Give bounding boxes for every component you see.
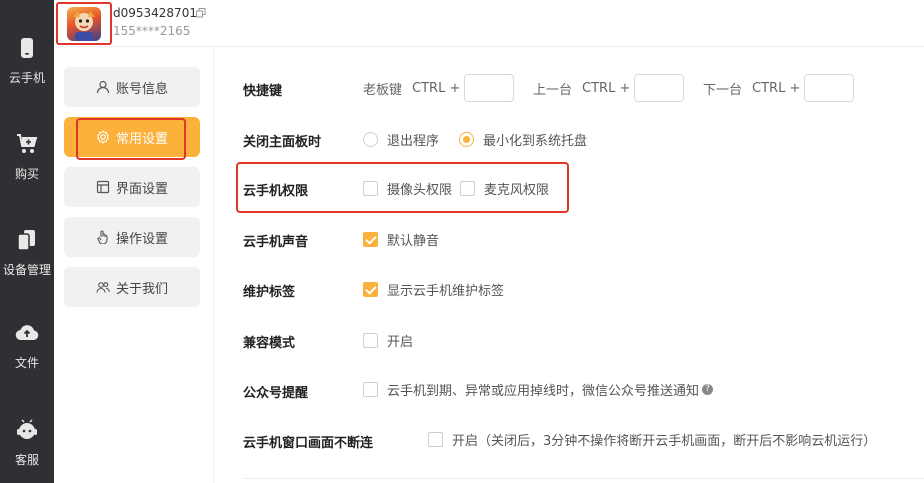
close-panel-label: 关闭主面板时 — [243, 135, 322, 150]
hotkey-name: 上一台 — [533, 82, 573, 98]
hotkey-boss-input[interactable] — [464, 74, 515, 102]
nav-label: 账号信息 — [115, 81, 168, 97]
permissions-label: 云手机权限 — [243, 184, 309, 199]
checkbox-compat-mode[interactable]: 开启 — [363, 331, 413, 350]
hotkey-previous: 上一台 CTRL + — [533, 74, 685, 102]
hotkey-next-input[interactable] — [804, 74, 855, 102]
checkbox-label: 开启 — [387, 335, 414, 350]
checkbox-label: 默认静音 — [387, 234, 440, 249]
user-phone: 155****2165 — [113, 24, 191, 38]
avatar-image — [73, 11, 95, 41]
radio-button[interactable] — [459, 132, 474, 147]
rail-label: 云手机 — [8, 71, 45, 85]
checkbox[interactable] — [363, 382, 378, 397]
wechat-label: 公众号提醒 — [243, 386, 309, 401]
checkbox-label: 摄像头权限 — [387, 183, 453, 198]
support-icon — [17, 419, 37, 439]
rail-item-cloud-phone[interactable]: 云手机 — [0, 36, 54, 86]
radio-exit-program[interactable]: 退出程序 — [363, 130, 439, 149]
hand-icon — [97, 230, 108, 244]
checkbox-wechat-notice[interactable]: 云手机到期、异常或应用掉线时，微信公众号推送通知 ? — [363, 380, 714, 399]
user-header: d0953428701 155****2165 — [54, 0, 924, 47]
nav-label: 界面设置 — [115, 181, 168, 197]
rail-item-device-management[interactable]: 设备管理 — [0, 228, 54, 278]
checkbox-camera-permission[interactable]: 摄像头权限 — [363, 179, 452, 198]
nav-item-about-us[interactable]: 关于我们 — [64, 267, 200, 307]
checkbox-label: 麦克风权限 — [484, 183, 550, 198]
checkbox[interactable] — [363, 181, 378, 196]
user-icon — [96, 80, 110, 94]
hotkeys-label: 快捷键 — [243, 84, 283, 99]
radio-label: 最小化到系统托盘 — [483, 134, 588, 149]
checkbox[interactable] — [363, 232, 378, 247]
user-id: d0953428701 — [113, 6, 197, 20]
settings-nav: 账号信息 常用设置 界面设置 操作设置 关于我们 — [54, 47, 214, 483]
radio-button[interactable] — [363, 132, 378, 147]
radio-minimize-to-tray[interactable]: 最小化到系统托盘 — [459, 130, 587, 149]
rail-item-buy[interactable]: 购买 — [0, 132, 54, 182]
cloud-upload-icon — [15, 325, 39, 341]
hotkey-name: 老板键 — [363, 82, 403, 98]
compat-label: 兼容模式 — [243, 336, 296, 351]
checkbox-show-maintenance-tag[interactable]: 显示云手机维护标签 — [363, 280, 504, 299]
hotkey-next: 下一台 CTRL + — [703, 74, 855, 102]
checkbox-default-mute[interactable]: 默认静音 — [363, 230, 439, 249]
keep-alive-label: 云手机窗口画面不断连 — [243, 436, 374, 451]
rail-item-files[interactable]: 文件 — [0, 321, 54, 371]
avatar[interactable] — [67, 7, 101, 41]
hotkey-prefix: CTRL + — [752, 80, 801, 96]
nav-label: 关于我们 — [115, 281, 168, 297]
rail-label: 文件 — [14, 356, 39, 370]
help-icon[interactable]: ? — [702, 384, 714, 395]
checkbox[interactable] — [460, 181, 475, 196]
nav-label: 操作设置 — [115, 231, 168, 247]
sound-label: 云手机声音 — [243, 235, 309, 250]
avatar-highlight — [56, 2, 112, 45]
phone-icon — [21, 38, 33, 58]
checkbox-keep-alive[interactable]: 开启（关闭后，3分钟不操作将断开云手机画面，断开后不影响云机运行） — [428, 430, 876, 449]
rail-label: 购买 — [14, 167, 39, 181]
hotkey-boss: 老板键 CTRL + — [363, 74, 515, 102]
cart-icon — [17, 134, 38, 153]
checkbox[interactable] — [363, 333, 378, 348]
rail-label: 设备管理 — [2, 263, 51, 277]
checkbox-label: 显示云手机维护标签 — [387, 284, 505, 299]
checkbox-microphone-permission[interactable]: 麦克风权限 — [460, 179, 549, 198]
divider — [243, 478, 924, 479]
checkbox-label: 云手机到期、异常或应用掉线时，微信公众号推送通知 — [387, 384, 700, 399]
nav-item-interface-settings[interactable]: 界面设置 — [64, 167, 200, 207]
copy-icon[interactable] — [196, 8, 206, 18]
hotkey-previous-input[interactable] — [634, 74, 685, 102]
left-rail: 云手机 购买 设备管理 文件 客服 — [0, 0, 54, 483]
hotkey-prefix: CTRL + — [412, 80, 461, 96]
nav-highlight-box — [76, 118, 186, 160]
rail-item-support[interactable]: 客服 — [0, 418, 54, 468]
nav-item-operation-settings[interactable]: 操作设置 — [64, 217, 200, 257]
nav-item-account-info[interactable]: 账号信息 — [64, 67, 200, 107]
hotkey-prefix: CTRL + — [582, 80, 631, 96]
checkbox[interactable] — [363, 282, 378, 297]
layout-icon — [96, 180, 110, 194]
devices-icon — [17, 230, 35, 251]
radio-label: 退出程序 — [387, 134, 440, 149]
checkbox[interactable] — [428, 432, 443, 447]
checkbox-label: 开启（关闭后，3分钟不操作将断开云手机画面，断开后不影响云机运行） — [452, 434, 877, 449]
people-icon — [96, 282, 110, 293]
maintenance-label: 维护标签 — [243, 285, 296, 300]
hotkey-name: 下一台 — [703, 82, 743, 98]
rail-label: 客服 — [14, 453, 39, 467]
